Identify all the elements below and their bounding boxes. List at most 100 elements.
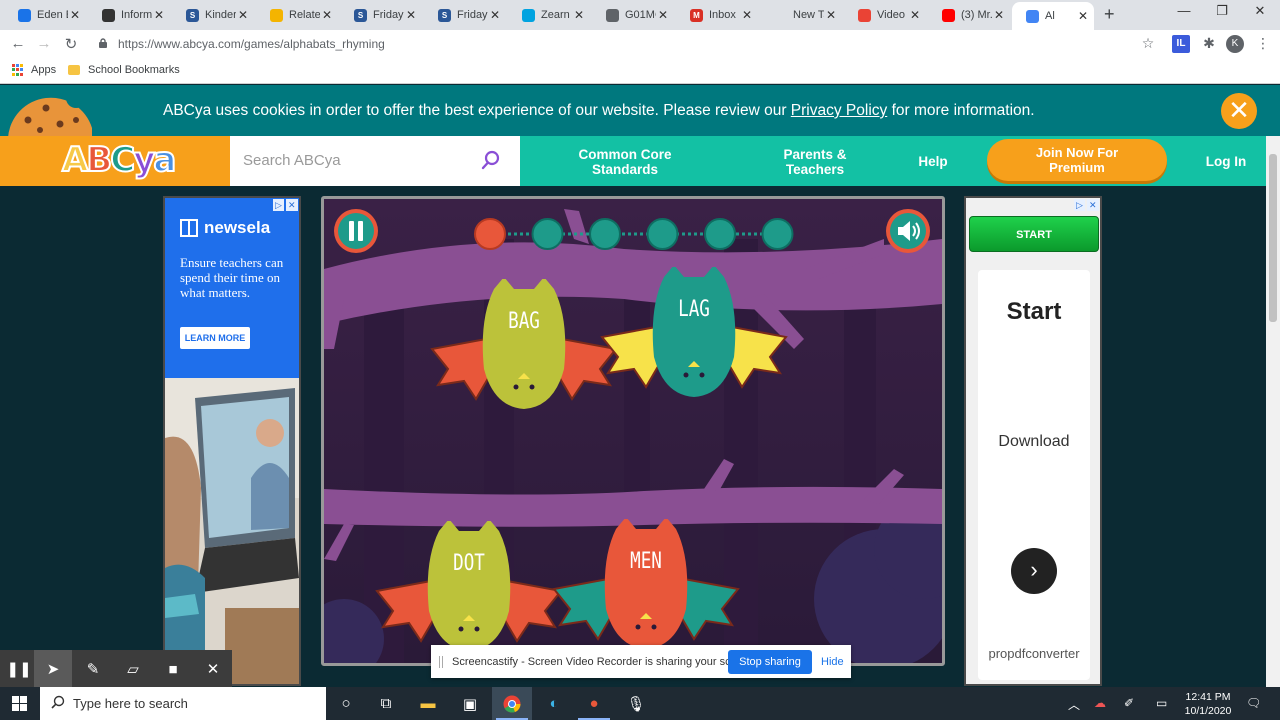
- network-warning-icon[interactable]: ☁: [1094, 696, 1106, 710]
- cortana-icon[interactable]: ○: [326, 687, 366, 720]
- search-input[interactable]: [230, 136, 460, 184]
- file-explorer-icon[interactable]: ▬: [408, 687, 448, 720]
- tab-favicon-icon: [270, 8, 283, 22]
- bat-lag[interactable]: LAG: [594, 267, 794, 417]
- close-tab-icon[interactable]: ✕: [236, 8, 250, 22]
- tab-favicon-icon: S: [354, 8, 367, 22]
- pen-tool-icon[interactable]: ✎: [74, 650, 112, 688]
- maximize-icon[interactable]: ❐: [1202, 3, 1242, 19]
- ad-left[interactable]: ▷ ✕ newsela Ensure teachers can spend th…: [163, 196, 301, 686]
- webcam-icon[interactable]: ■: [154, 650, 192, 688]
- close-tab-icon[interactable]: ✕: [572, 8, 586, 22]
- cookie-close-button[interactable]: ✕: [1221, 93, 1257, 129]
- microphone-icon[interactable]: 🎙: [616, 687, 656, 720]
- close-tab-icon[interactable]: ✕: [824, 8, 838, 22]
- pause-recording-icon[interactable]: ❚❚: [0, 650, 38, 688]
- tab-title: G01MC: [625, 9, 656, 21]
- tab-title: Eden E: [37, 9, 68, 21]
- close-tab-icon[interactable]: ✕: [656, 8, 670, 22]
- tray-chevron-icon[interactable]: ︿: [1068, 696, 1080, 713]
- eraser-tool-icon[interactable]: ▱: [114, 650, 152, 688]
- forward-icon[interactable]: →: [34, 35, 54, 52]
- scroll-thumb[interactable]: [1269, 154, 1277, 322]
- browser-tab[interactable]: Eden E✕: [4, 3, 86, 27]
- browser-tab[interactable]: Video ✕: [844, 3, 926, 27]
- profile-avatar[interactable]: K: [1226, 35, 1244, 53]
- close-tab-icon[interactable]: ✕: [68, 8, 82, 22]
- browser-tab[interactable]: (3) Mr. ✕: [928, 3, 1010, 27]
- ad-close-icon[interactable]: ✕: [286, 199, 298, 211]
- hide-link[interactable]: Hide: [821, 656, 844, 668]
- close-tab-icon[interactable]: ✕: [488, 8, 502, 22]
- close-tab-icon[interactable]: ✕: [908, 8, 922, 22]
- close-window-icon[interactable]: ✕: [1240, 3, 1280, 19]
- back-icon[interactable]: ←: [8, 35, 28, 52]
- reload-icon[interactable]: ↻: [61, 35, 81, 53]
- taskbar-search[interactable]: Type here to search: [40, 687, 326, 720]
- sound-button[interactable]: [885, 208, 931, 254]
- powerpoint-icon[interactable]: ●: [574, 687, 614, 720]
- tab-favicon-icon: [606, 8, 619, 22]
- school-bookmarks-folder[interactable]: School Bookmarks: [68, 64, 180, 76]
- learn-more-button[interactable]: LEARN MORE: [180, 327, 250, 349]
- new-tab-button[interactable]: +: [1104, 4, 1115, 25]
- bookmark-star-icon[interactable]: ☆: [1139, 35, 1157, 53]
- close-tab-icon[interactable]: ✕: [1076, 9, 1090, 23]
- tab-title: Al: [1045, 10, 1055, 22]
- windows-start-icon[interactable]: [12, 696, 27, 711]
- nav-login[interactable]: Log In: [1195, 154, 1257, 169]
- minimize-icon[interactable]: —: [1164, 3, 1204, 18]
- browser-tab[interactable]: S Kinder ✕: [172, 3, 254, 27]
- edge-icon[interactable]: ◐: [534, 687, 574, 720]
- pen-tray-icon[interactable]: ✐: [1124, 696, 1134, 710]
- ad-right[interactable]: ▷ ✕ START Start Download › propdfconvert…: [964, 196, 1102, 686]
- chevron-right-icon[interactable]: ›: [1011, 548, 1057, 594]
- page-scrollbar[interactable]: [1266, 136, 1280, 687]
- apps-bookmark[interactable]: Apps: [12, 64, 56, 76]
- close-tab-icon[interactable]: ✕: [992, 8, 1006, 22]
- task-view-icon[interactable]: ⧉: [366, 687, 406, 720]
- game-canvas[interactable]: BAG LAG DOT MEN: [321, 196, 945, 666]
- chrome-taskbar-icon[interactable]: [492, 687, 532, 720]
- search-icon[interactable]: [480, 149, 502, 171]
- address-bar[interactable]: https://www.abcya.com/games/alphabats_rh…: [118, 37, 385, 51]
- drag-handle-icon[interactable]: [439, 656, 443, 668]
- privacy-policy-link[interactable]: Privacy Policy: [791, 102, 887, 119]
- taskbar-clock[interactable]: 12:41 PM 10/1/2020: [1182, 690, 1234, 718]
- join-premium-button[interactable]: Join Now For Premium: [987, 139, 1167, 181]
- ad-info-icon[interactable]: ▷: [1074, 199, 1085, 211]
- browser-tab[interactable]: M Inbox ✕: [676, 3, 758, 27]
- menu-kebab-icon[interactable]: ⋮: [1254, 35, 1272, 53]
- browser-tab[interactable]: Relatec✕: [256, 3, 338, 27]
- nav-help[interactable]: Help: [908, 154, 958, 169]
- close-tab-icon[interactable]: ✕: [404, 8, 418, 22]
- ad-close-icon[interactable]: ✕: [1087, 199, 1099, 211]
- bat-men[interactable]: MEN: [546, 519, 746, 663]
- puzzle-extensions-icon[interactable]: ✱: [1200, 35, 1218, 53]
- close-tab-icon[interactable]: ✕: [152, 8, 166, 22]
- store-icon[interactable]: ▣: [450, 687, 490, 720]
- browser-tab[interactable]: S Friday ✕: [340, 3, 422, 27]
- close-tab-icon[interactable]: ✕: [740, 8, 754, 22]
- pause-button[interactable]: [333, 208, 379, 254]
- browser-tab[interactable]: S Friday ✕: [424, 3, 506, 27]
- browser-tab[interactable]: Al ✕: [1012, 2, 1094, 30]
- browser-tab[interactable]: New Tab✕: [760, 3, 842, 27]
- extension-icon[interactable]: IL: [1172, 35, 1190, 53]
- nav-parents-teachers[interactable]: Parents & Teachers: [760, 147, 870, 177]
- browser-tab[interactable]: G01MC✕: [592, 3, 674, 27]
- abcya-logo[interactable]: ABCya: [61, 139, 177, 181]
- display-tray-icon[interactable]: ▭: [1156, 696, 1167, 710]
- browser-tab[interactable]: Zearn ✕: [508, 3, 590, 27]
- ad-title: Start: [1006, 298, 1062, 325]
- ad-info-icon[interactable]: ▷: [273, 199, 284, 211]
- nav-common-core[interactable]: Common Core Standards: [560, 147, 690, 177]
- browser-tab[interactable]: Inform ✕: [88, 3, 170, 27]
- close-toolbar-icon[interactable]: ✕: [194, 650, 232, 688]
- stop-sharing-button[interactable]: Stop sharing: [728, 650, 812, 674]
- notifications-icon[interactable]: 🗨: [1246, 696, 1261, 710]
- ad-start-button[interactable]: START: [969, 216, 1099, 252]
- tab-favicon-icon: M: [690, 8, 703, 22]
- cursor-tool-icon[interactable]: ➤: [34, 650, 72, 688]
- close-tab-icon[interactable]: ✕: [320, 8, 334, 22]
